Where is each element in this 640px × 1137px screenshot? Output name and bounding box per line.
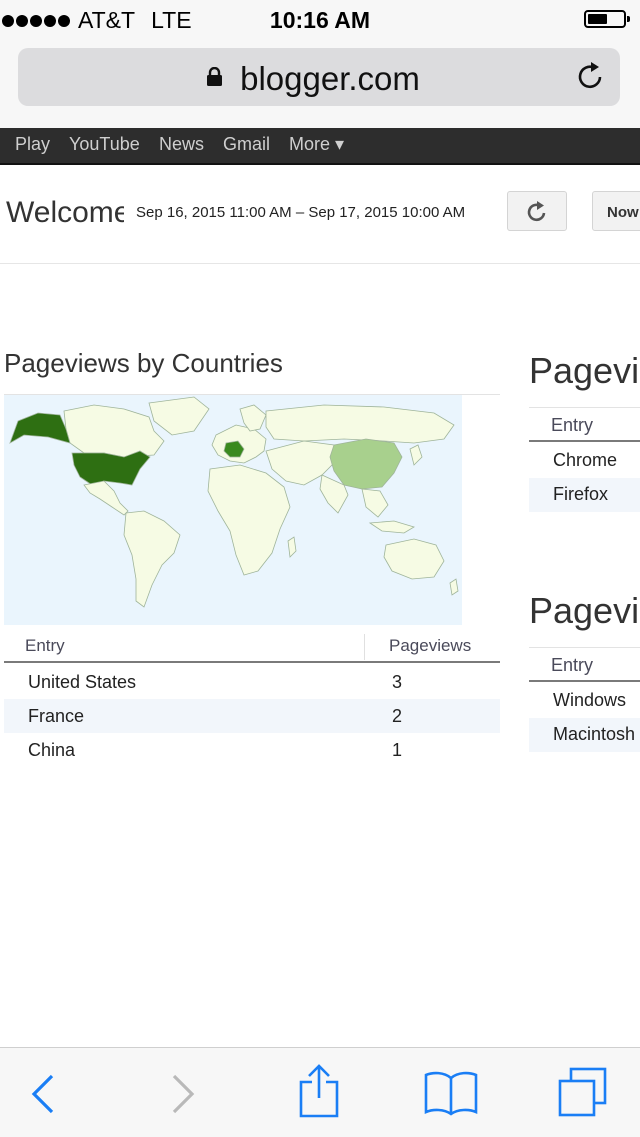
table-row: United States 3	[4, 665, 500, 699]
reload-icon[interactable]	[576, 61, 606, 91]
google-bar: Play YouTube News Gmail More ▾	[0, 128, 640, 165]
refresh-button[interactable]	[507, 191, 567, 231]
battery-icon	[584, 10, 630, 28]
clock: 10:16 AM	[269, 7, 371, 33]
forward-icon[interactable]	[170, 1074, 196, 1114]
list-item: Firefox	[529, 478, 640, 512]
countries-header-pageviews[interactable]: Pageviews	[389, 636, 471, 656]
browser-chrome: blogger.com	[0, 40, 640, 128]
country-pageviews: 3	[392, 672, 403, 692]
table-row: China 1	[4, 733, 500, 767]
table-row: France 2	[4, 699, 500, 733]
os-header-rule	[529, 680, 640, 682]
url-text: blogger.com	[240, 60, 420, 97]
browsers-header-entry[interactable]: Entry	[551, 415, 593, 436]
os-entry: Windows	[553, 690, 627, 710]
gbar-link-more[interactable]: More ▾	[289, 134, 344, 155]
header-divider	[0, 263, 640, 264]
column-separator	[364, 634, 365, 660]
country-pageviews: 1	[392, 740, 403, 760]
country-entry: United States	[28, 672, 137, 692]
gbar-link-news[interactable]: News	[159, 134, 204, 155]
country-entry: France	[28, 706, 85, 726]
share-icon[interactable]	[298, 1064, 340, 1118]
countries-header-rule	[4, 661, 500, 663]
os-title-rule	[529, 647, 640, 648]
gbar-link-gmail[interactable]: Gmail	[223, 134, 270, 155]
gbar-link-play[interactable]: Play	[15, 134, 50, 155]
list-item: Macintosh	[529, 718, 640, 752]
list-item: Windows	[529, 684, 640, 718]
now-button[interactable]: Now	[592, 191, 640, 231]
country-entry: China	[28, 740, 76, 760]
status-bar: AT&T LTE 10:16 AM	[0, 0, 640, 40]
bookmarks-icon[interactable]	[424, 1070, 478, 1116]
os-entry: Macintosh	[553, 724, 636, 744]
browser-entry: Firefox	[553, 484, 609, 504]
os-header-entry[interactable]: Entry	[551, 655, 593, 676]
browsers-header-rule	[529, 440, 640, 442]
browsers-title-rule	[529, 407, 640, 408]
browser-toolbar	[0, 1047, 640, 1137]
welcome-heading: Welcome	[6, 196, 124, 229]
browsers-panel-title: Pagevie	[529, 350, 640, 391]
browser-entry: Chrome	[553, 450, 618, 470]
back-icon[interactable]	[30, 1074, 56, 1114]
os-panel-title: Pagevie	[529, 590, 640, 631]
country-pageviews: 2	[392, 706, 403, 726]
date-range: Sep 16, 2015 11:00 AM – Sep 17, 2015 10:…	[136, 204, 466, 221]
world-map[interactable]	[4, 395, 462, 625]
list-item: Chrome	[529, 444, 640, 478]
gbar-link-youtube[interactable]: YouTube	[69, 134, 140, 155]
countries-header-entry[interactable]: Entry	[25, 636, 65, 656]
refresh-icon	[527, 201, 546, 222]
countries-panel-title: Pageviews by Countries	[4, 348, 283, 378]
address-bar[interactable]: blogger.com	[18, 48, 620, 106]
world-map-svg	[9, 396, 459, 608]
tabs-icon[interactable]	[557, 1066, 609, 1118]
